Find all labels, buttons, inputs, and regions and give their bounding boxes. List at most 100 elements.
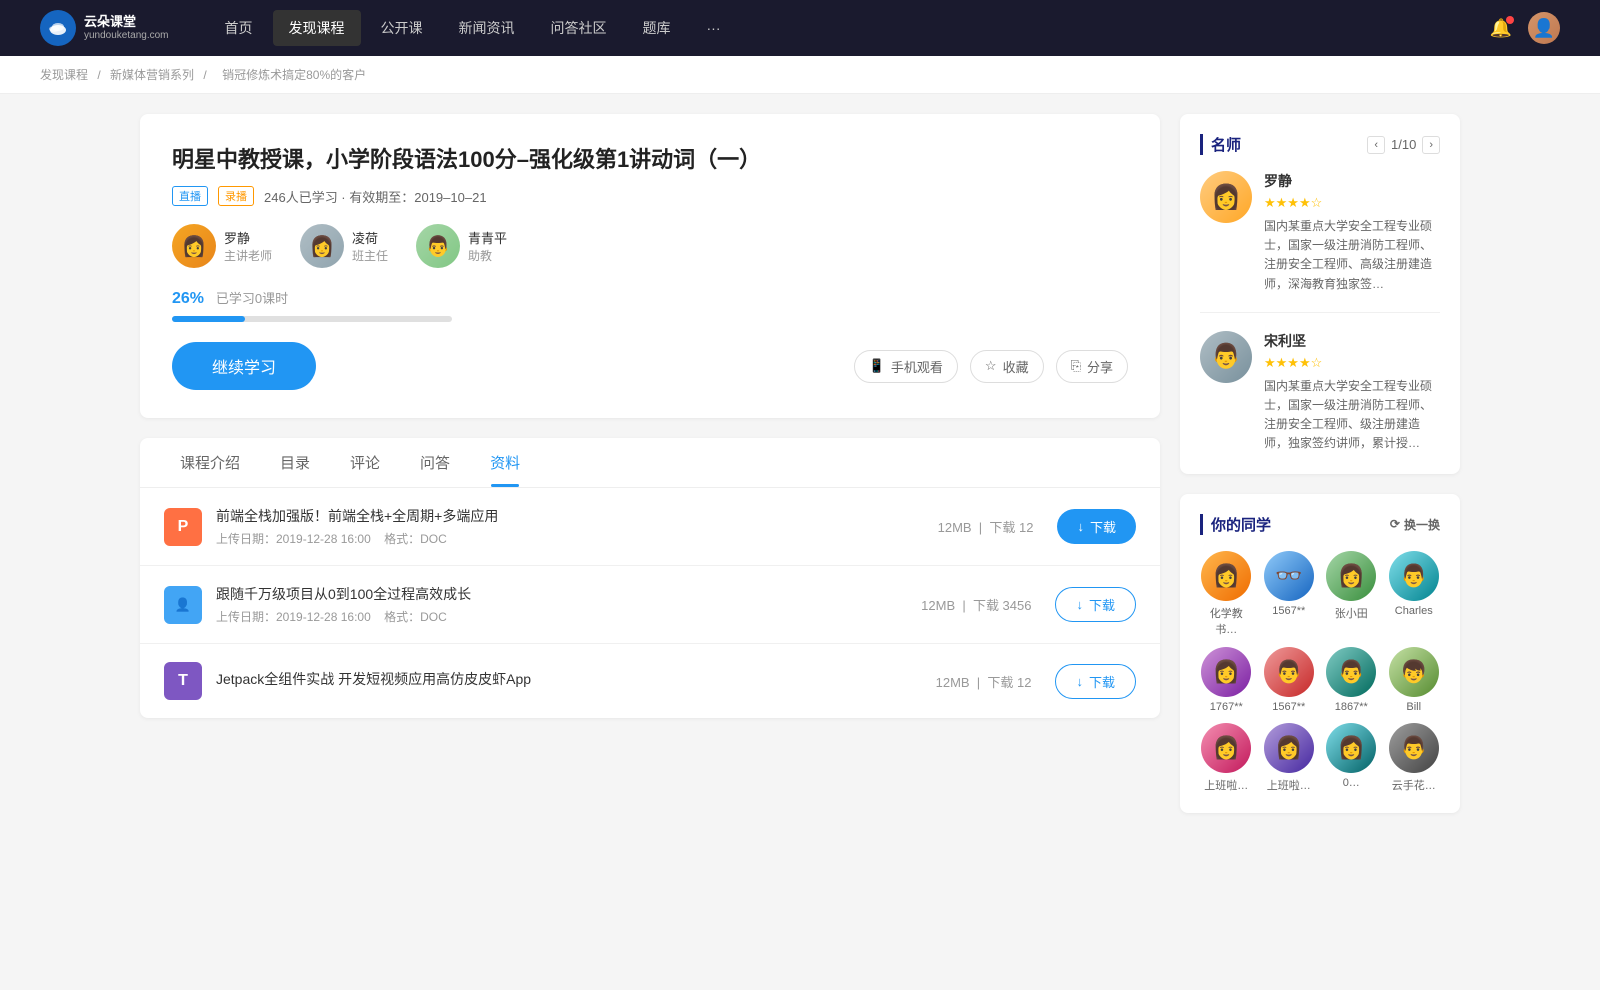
refresh-icon: ⟳ [1390,517,1400,531]
tab-catalog[interactable]: 目录 [260,438,330,487]
classmate-12[interactable]: 👨 云手花… [1388,723,1441,793]
classmate-8[interactable]: 👦 Bill [1388,647,1441,713]
classmate-6[interactable]: 👨 1567** [1263,647,1316,713]
breadcrumb: 发现课程 / 新媒体营销系列 / 销冠修炼术搞定80%的客户 [0,56,1600,94]
classmate-5[interactable]: 👩 1767** [1200,647,1253,713]
tab-reviews[interactable]: 评论 [330,438,400,487]
classmate-11[interactable]: 👩 0… [1325,723,1378,793]
resource-2-info: 跟随千万级项目从0到100全过程高效成长 上传日期：2019-12-28 16:… [216,584,897,625]
action-btns: 📱 手机观看 ☆ 收藏 ⎘ 分享 [854,350,1128,383]
classmate-4-name: Charles [1395,605,1433,617]
nav-item-more[interactable]: ··· [691,12,737,44]
mobile-icon: 📱 [869,358,885,374]
nav-item-open[interactable]: 公开课 [365,10,439,46]
pagination-prev[interactable]: ‹ [1367,136,1385,154]
resource-3-icon: T [164,662,202,700]
download-2-button[interactable]: ↓ 下载 [1055,587,1136,622]
classmate-7-name: 1867** [1335,701,1368,713]
sidebar: 名师 ‹ 1/10 › 👩 罗静 ★★★★☆ 国内某重点大学安全工程专业硕士，国… [1180,114,1460,833]
sidebar-teacher-2-info: 宋利坚 ★★★★☆ 国内某重点大学安全工程专业硕士，国家一级注册消防工程师、注册… [1264,331,1440,454]
breadcrumb-discover[interactable]: 发现课程 [40,68,88,82]
sidebar-teacher-1-avatar: 👩 [1200,171,1252,223]
share-icon: ⎘ [1071,358,1081,374]
logo[interactable]: 云朵课堂 yundouketang.com [40,10,169,46]
breadcrumb-series[interactable]: 新媒体营销系列 [110,68,194,82]
teacher-3-avatar: 👨 [416,224,460,268]
sidebar-teacher-2-stars: ★★★★☆ [1264,355,1440,371]
collect-button[interactable]: ☆ 收藏 [970,350,1044,383]
breadcrumb-current: 销冠修炼术搞定80%的客户 [222,68,366,82]
progress-bar-fill [172,316,245,322]
classmate-4[interactable]: 👨 Charles [1388,551,1441,637]
progress-bar-bg [172,316,452,322]
pagination-next[interactable]: › [1422,136,1440,154]
classmate-7-avatar: 👨 [1326,647,1376,697]
tab-qa[interactable]: 问答 [400,438,470,487]
classmate-11-avatar: 👩 [1326,723,1376,773]
resource-item: 👤 跟随千万级项目从0到100全过程高效成长 上传日期：2019-12-28 1… [140,566,1160,644]
classmate-1-avatar: 👩 [1201,551,1251,601]
nav-item-home[interactable]: 首页 [209,10,269,46]
content-left: 明星中教授课，小学阶段语法100分–强化级第1讲动词（一） 直播 录播 246人… [140,114,1160,833]
sidebar-teacher-2-avatar: 👨 [1200,331,1252,383]
teacher-1-name: 罗静 [224,228,272,247]
resource-1-icon: P [164,508,202,546]
nav-item-qa[interactable]: 问答社区 [535,10,623,46]
mobile-watch-button[interactable]: 📱 手机观看 [854,350,958,383]
download-3-button[interactable]: ↓ 下载 [1055,664,1136,699]
logo-icon [40,10,76,46]
sidebar-teacher-1-name: 罗静 [1264,171,1440,191]
classmate-2[interactable]: 👓 1567** [1263,551,1316,637]
classmate-8-avatar: 👦 [1389,647,1439,697]
teacher-2-avatar: 👩 [300,224,344,268]
teacher-2-role: 班主任 [352,247,388,264]
tag-live: 直播 [172,186,208,206]
tab-resources[interactable]: 资料 [470,438,540,487]
classmate-7[interactable]: 👨 1867** [1325,647,1378,713]
refresh-classmates-button[interactable]: ⟳ 换一换 [1390,516,1440,533]
download-1-button[interactable]: ↓ 下载 [1057,509,1136,544]
course-meta: 直播 录播 246人已学习 · 有效期至：2019–10–21 [172,186,1128,206]
resource-1-info: 前端全栈加强版！前端全栈+全周期+多端应用 上传日期：2019-12-28 16… [216,506,914,547]
star-icon: ☆ [985,358,997,374]
classmate-9[interactable]: 👩 上班啦… [1200,723,1253,793]
classmate-5-avatar: 👩 [1201,647,1251,697]
classmate-1[interactable]: 👩 化学教书… [1200,551,1253,637]
teacher-2-name: 凌荷 [352,228,388,247]
classmate-2-avatar: 👓 [1264,551,1314,601]
sidebar-teacher-2: 👨 宋利坚 ★★★★☆ 国内某重点大学安全工程专业硕士，国家一级注册消防工程师、… [1200,331,1440,454]
nav-right: 🔔 👤 [1490,12,1560,44]
classmates-grid: 👩 化学教书… 👓 1567** 👩 张小田 👨 Charles 👩 [1200,551,1440,793]
share-button[interactable]: ⎘ 分享 [1056,350,1128,383]
download-2-icon: ↓ [1076,597,1083,612]
classmate-3-name: 张小田 [1335,605,1368,621]
bell-icon[interactable]: 🔔 [1490,18,1512,39]
teacher-1-avatar: 👩 [172,224,216,268]
classmate-3[interactable]: 👩 张小田 [1325,551,1378,637]
nav-item-discover[interactable]: 发现课程 [273,10,361,46]
classmates-title: 你的同学 ⟳ 换一换 [1200,514,1440,535]
resource-1-title: 前端全栈加强版！前端全栈+全周期+多端应用 [216,506,914,526]
nav-items: 首页 发现课程 公开课 新闻资讯 问答社区 题库 ··· [209,10,1490,46]
tabs-section: 课程介绍 目录 评论 问答 资料 P 前端全栈加强版！前端全栈+全周期+多端应用… [140,438,1160,718]
resource-item: P 前端全栈加强版！前端全栈+全周期+多端应用 上传日期：2019-12-28 … [140,488,1160,566]
classmate-10[interactable]: 👩 上班啦… [1263,723,1316,793]
nav-item-bank[interactable]: 题库 [627,10,687,46]
resource-2-title: 跟随千万级项目从0到100全过程高效成长 [216,584,897,604]
progress-section: 26% 已学习0课时 [172,288,1128,322]
classmate-10-name: 上班啦… [1267,777,1311,793]
nav-item-news[interactable]: 新闻资讯 [443,10,531,46]
sidebar-teacher-1-desc: 国内某重点大学安全工程专业硕士，国家一级注册消防工程师、注册安全工程师、高级注册… [1264,217,1440,294]
download-1-icon: ↓ [1077,519,1084,534]
continue-learning-button[interactable]: 继续学习 [172,342,316,390]
classmate-10-avatar: 👩 [1264,723,1314,773]
course-meta-text: 246人已学习 · 有效期至：2019–10–21 [264,187,487,206]
tab-intro[interactable]: 课程介绍 [160,438,260,487]
progress-percent: 26% [172,290,204,307]
tabs-header: 课程介绍 目录 评论 问答 资料 [140,438,1160,488]
classmate-12-avatar: 👨 [1389,723,1439,773]
course-card: 明星中教授课，小学阶段语法100分–强化级第1讲动词（一） 直播 录播 246人… [140,114,1160,418]
teacher-1: 👩 罗静 主讲老师 [172,224,272,268]
classmate-4-avatar: 👨 [1389,551,1439,601]
user-avatar-nav[interactable]: 👤 [1528,12,1560,44]
